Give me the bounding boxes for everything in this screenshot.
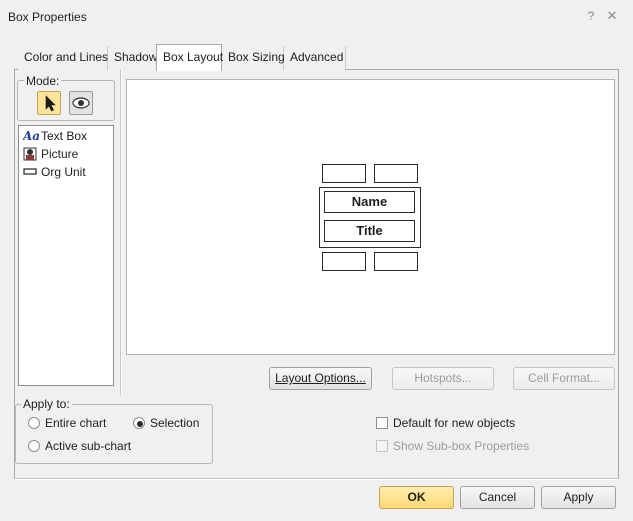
tab-color-and-lines[interactable]: Color and Lines <box>18 46 108 70</box>
mode-legend: Mode: <box>24 74 62 88</box>
layout-cell-bottom-right[interactable] <box>374 252 418 271</box>
svg-text:Aa: Aa <box>23 129 39 143</box>
preview-mode-button[interactable] <box>69 91 93 115</box>
arrow-cursor-icon <box>45 95 56 112</box>
default-new-objects-label[interactable]: Default for new objects <box>393 416 515 430</box>
layout-cell-top-left[interactable] <box>322 164 366 183</box>
tab-shadow[interactable]: Shadow <box>108 46 160 70</box>
show-subbox-properties-checkbox[interactable] <box>376 440 388 452</box>
apply-to-group <box>15 404 213 464</box>
toolbox-item-text-box[interactable]: Aa Text Box <box>22 128 88 144</box>
layout-field-name[interactable]: Name <box>324 191 415 213</box>
toolbox-list: Aa Text Box Picture Org Unit <box>18 125 114 386</box>
toolbox-item-org-unit[interactable]: Org Unit <box>23 164 86 180</box>
layout-options-label: Layout Options... <box>275 371 366 385</box>
active-sub-chart-label[interactable]: Active sub-chart <box>45 439 131 453</box>
layout-cell-top-right[interactable] <box>374 164 418 183</box>
entire-chart-radio[interactable] <box>28 417 40 429</box>
entire-chart-label[interactable]: Entire chart <box>45 416 106 430</box>
selection-radio[interactable] <box>133 417 145 429</box>
text-box-icon: Aa <box>22 129 40 143</box>
window-title: Box Properties <box>8 10 87 24</box>
eye-icon <box>72 97 90 109</box>
hotspots-button[interactable]: Hotspots... <box>392 367 494 390</box>
toolbox-item-label: Picture <box>41 147 79 161</box>
layout-options-button[interactable]: Layout Options... <box>269 367 372 390</box>
tab-box-sizing[interactable]: Box Sizing <box>222 46 285 70</box>
title-bar <box>0 0 633 34</box>
toolbox-item-picture[interactable]: Picture <box>23 146 78 162</box>
apply-to-legend: Apply to: <box>21 397 72 411</box>
tab-advanced[interactable]: Advanced <box>284 46 346 70</box>
toolbox-item-label: Text Box <box>41 129 88 143</box>
apply-button[interactable]: Apply <box>541 486 616 509</box>
show-subbox-properties-label[interactable]: Show Sub-box Properties <box>393 439 529 453</box>
org-unit-icon <box>23 165 37 179</box>
default-new-objects-checkbox[interactable] <box>376 417 388 429</box>
hotspots-label: Hotspots... <box>414 371 472 385</box>
picture-icon <box>23 147 37 161</box>
select-mode-button[interactable] <box>37 91 61 115</box>
cell-format-button[interactable]: Cell Format... <box>513 367 615 390</box>
selection-label[interactable]: Selection <box>150 416 199 430</box>
close-icon[interactable]: ✕ <box>605 9 619 23</box>
ok-button[interactable]: OK <box>379 486 454 509</box>
dialog-separator <box>14 478 619 480</box>
layout-field-title[interactable]: Title <box>324 220 415 242</box>
radio-selected-dot <box>137 421 143 427</box>
tab-box-layout[interactable]: Box Layout <box>156 44 223 71</box>
layout-cell-bottom-left[interactable] <box>322 252 366 271</box>
tab-strip: Color and Lines Shadow Box Layout Box Si… <box>14 44 619 71</box>
panel-splitter[interactable] <box>120 70 122 395</box>
cancel-button[interactable]: Cancel <box>460 486 535 509</box>
cell-format-label: Cell Format... <box>527 371 600 385</box>
help-icon[interactable]: ? <box>585 9 597 23</box>
active-sub-chart-radio[interactable] <box>28 440 40 452</box>
toolbox-item-label: Org Unit <box>41 165 86 179</box>
